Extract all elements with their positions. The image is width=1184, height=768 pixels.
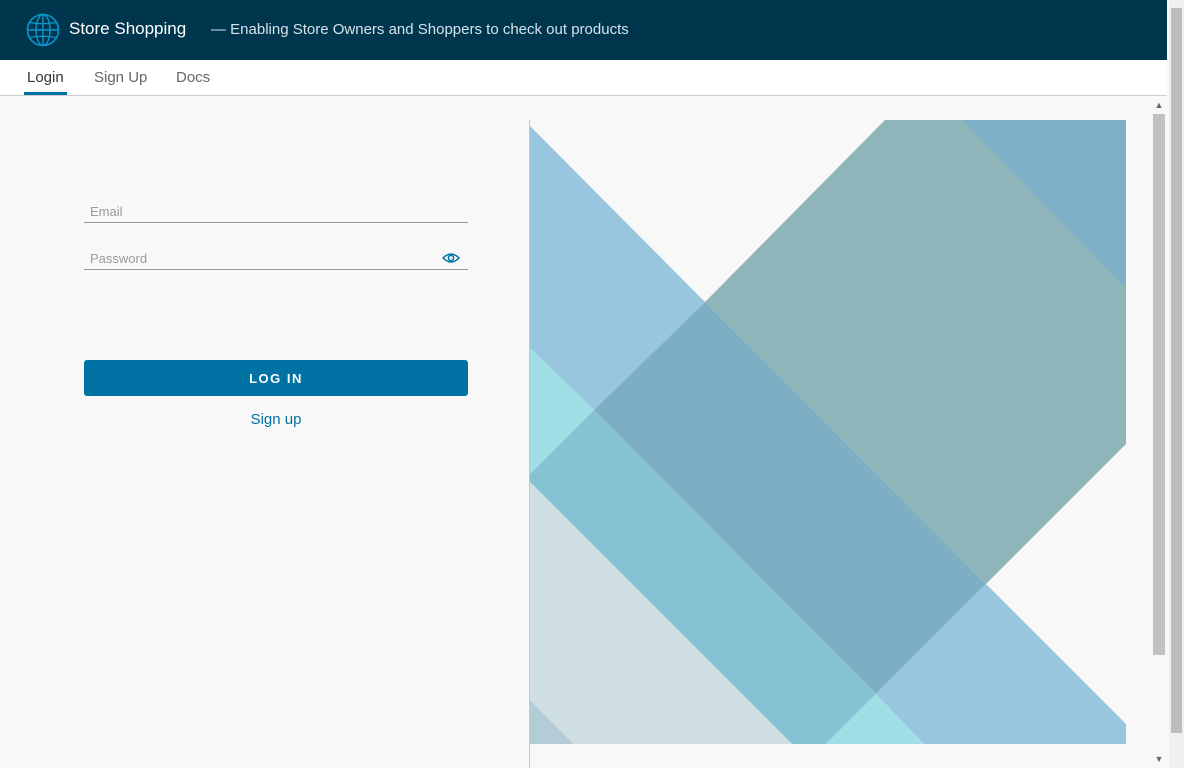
tab-bar: Login Sign Up Docs bbox=[0, 60, 1167, 96]
scrollbar-thumb[interactable] bbox=[1153, 114, 1165, 655]
app-title[interactable]: Store Shopping bbox=[69, 19, 186, 39]
tab-login[interactable]: Login bbox=[27, 60, 64, 95]
eye-icon[interactable] bbox=[442, 251, 460, 265]
email-field[interactable] bbox=[84, 200, 430, 222]
scroll-down-icon[interactable]: ▼ bbox=[1154, 754, 1164, 764]
password-field[interactable] bbox=[84, 247, 430, 269]
globe-icon[interactable] bbox=[26, 13, 60, 47]
tab-docs[interactable]: Docs bbox=[176, 60, 210, 95]
window-scrollbar-thumb[interactable] bbox=[1171, 8, 1182, 733]
app-tagline: — Enabling Store Owners and Shoppers to … bbox=[211, 21, 629, 38]
sign-up-link[interactable]: Sign up bbox=[84, 411, 468, 428]
active-tab-indicator bbox=[24, 92, 67, 95]
password-field-wrapper bbox=[84, 247, 468, 270]
login-button[interactable]: LOG IN bbox=[84, 360, 468, 396]
scroll-up-icon[interactable]: ▲ bbox=[1154, 100, 1164, 110]
decorative-geometric-art bbox=[530, 120, 1126, 744]
tab-sign-up[interactable]: Sign Up bbox=[94, 60, 147, 95]
email-field-wrapper bbox=[84, 200, 468, 223]
app-header: Store Shopping — Enabling Store Owners a… bbox=[0, 0, 1167, 60]
